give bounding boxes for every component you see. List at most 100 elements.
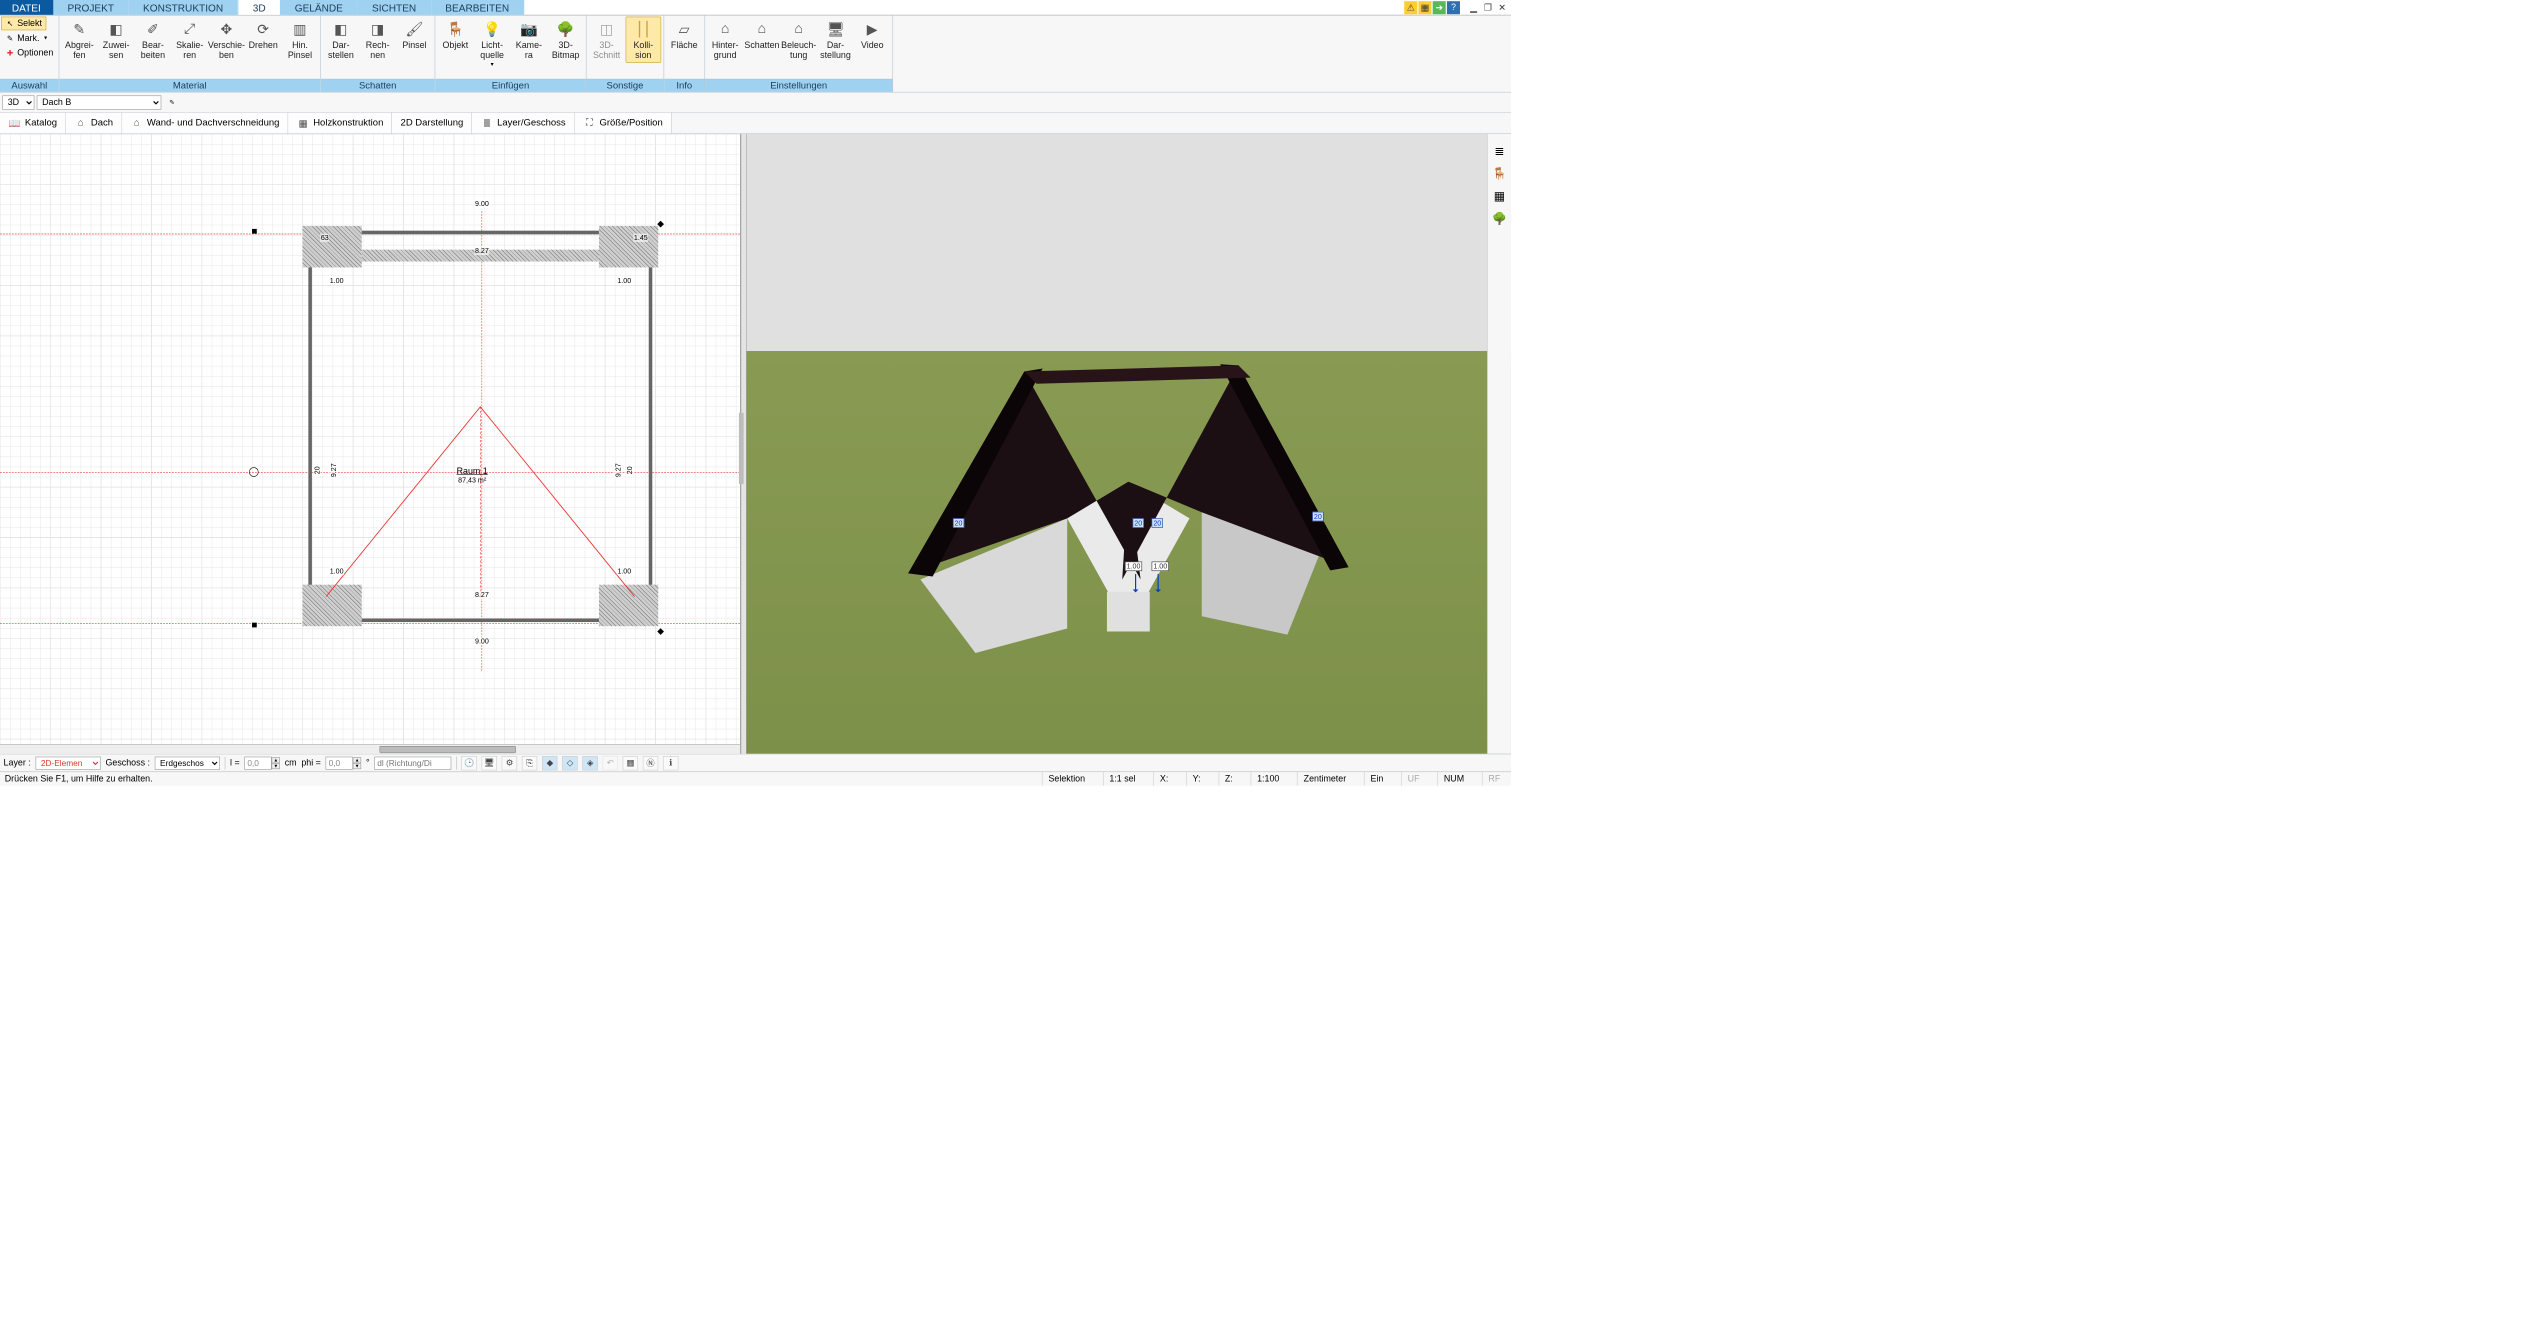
schatten-pinsel-button[interactable]: 🖌Pinsel: [397, 17, 433, 63]
layer-bottom-select[interactable]: 2D-Elemen: [35, 756, 100, 769]
abgreifen-button[interactable]: ✎Abgrei- fen: [62, 17, 98, 63]
l-down[interactable]: ▼: [272, 763, 280, 769]
flaeche-button[interactable]: ▱Fläche: [666, 17, 702, 63]
camera-icon: 📷: [519, 20, 538, 39]
copy-icon[interactable]: ⎘: [522, 756, 537, 770]
select-button[interactable]: ↖Selekt: [1, 17, 46, 31]
clock-icon[interactable]: 🕒: [461, 756, 476, 770]
3d-bitmap-button[interactable]: 🌳3D- Bitmap: [548, 17, 584, 63]
cubes-icon[interactable]: ⚙: [502, 756, 517, 770]
geschoss-label: Geschoss :: [105, 758, 149, 768]
3d-schnitt-button[interactable]: ◫3D- Schnitt: [589, 17, 625, 63]
icon-box[interactable]: ▦: [1418, 1, 1431, 14]
ribbon: ↖Selekt ✎Mark.▾ ✚Optionen Auswahl ✎Abgre…: [0, 15, 1511, 92]
skalieren-button[interactable]: ⤢Skalie- ren: [172, 17, 208, 63]
objekt-button[interactable]: 🪑Objekt: [438, 17, 474, 63]
menu-gelaende[interactable]: GELÄNDE: [280, 0, 357, 15]
darstellung-button[interactable]: 🖥Dar- stellung: [818, 17, 854, 63]
schatten-darstellen-button[interactable]: ◧Dar- stellen: [323, 17, 359, 63]
minimize-icon[interactable]: ▁: [1467, 1, 1480, 14]
north-icon[interactable]: Ⓝ: [643, 756, 658, 770]
hscrollbar-2d[interactable]: [0, 744, 740, 753]
tab-2d-darstellung[interactable]: 2D Darstellung: [392, 113, 472, 134]
tab-holz[interactable]: ▦Holzkonstruktion: [288, 113, 392, 134]
brush-icon: 🖌: [405, 20, 424, 39]
kollision-button[interactable]: ⎮⎮Kolli- sion: [626, 17, 662, 63]
menu-datei[interactable]: DATEI: [0, 0, 53, 15]
lichtquelle-button[interactable]: 💡Licht- quelle▾: [474, 17, 510, 70]
plants-panel-icon[interactable]: 🌳: [1491, 210, 1508, 227]
icon-arrow[interactable]: ➔: [1433, 1, 1446, 14]
info-small-icon[interactable]: ℹ: [663, 756, 678, 770]
options-button[interactable]: ✚Optionen: [1, 46, 57, 60]
play-icon: ▶: [863, 20, 882, 39]
tab-layer-geschoss[interactable]: ≣Layer/Geschoss: [472, 113, 574, 134]
restore-icon[interactable]: ❐: [1481, 1, 1494, 14]
l-label: l =: [230, 758, 240, 768]
cm-label: cm: [285, 758, 297, 768]
undo-icon[interactable]: ↶: [603, 756, 618, 770]
dim-overhang: 63: [320, 234, 329, 242]
icon-attention[interactable]: ⚠: [1404, 1, 1417, 14]
bulb-icon: 💡: [483, 20, 502, 39]
schatten-rechnen-button[interactable]: ◨Rech- nen: [360, 17, 396, 63]
drehen-button[interactable]: ⟳Drehen: [245, 17, 281, 63]
monitor-small-icon[interactable]: 🖥: [482, 756, 497, 770]
property-tabs: 📖Katalog ⌂Dach ⌂Wand- und Dachverschneid…: [0, 113, 1511, 134]
phi-down[interactable]: ▼: [353, 763, 361, 769]
help-icon[interactable]: ?: [1447, 1, 1460, 14]
layers-panel-icon[interactable]: ≣: [1491, 142, 1508, 159]
l-input[interactable]: [244, 756, 271, 769]
layers-icon: ≣: [480, 117, 493, 130]
menu-konstruktion[interactable]: KONSTRUKTION: [129, 0, 238, 15]
vscrollbar-2d[interactable]: [739, 413, 744, 484]
group-sonstige-label: Sonstige: [586, 79, 663, 92]
tab-dach[interactable]: ⌂Dach: [66, 113, 122, 134]
menu-bar: DATEI PROJEKT KONSTRUKTION 3D GELÄNDE SI…: [0, 0, 1511, 15]
group-einfuegen-label: Einfügen: [435, 79, 586, 92]
wall-roof-icon: ⌂: [130, 117, 143, 130]
tab-katalog[interactable]: 📖Katalog: [0, 113, 66, 134]
snap2-icon[interactable]: ◇: [562, 756, 577, 770]
close-icon[interactable]: ✕: [1496, 1, 1509, 14]
grid-toggle-icon[interactable]: ▦: [623, 756, 638, 770]
assign-icon: ◧: [107, 20, 126, 39]
phi-input[interactable]: [326, 756, 353, 769]
menu-3d[interactable]: 3D: [238, 0, 281, 15]
roof-icon: ⌂: [74, 117, 87, 130]
layer-select[interactable]: Dach B: [37, 95, 162, 109]
status-bar: Drücken Sie F1, um Hilfe zu erhalten. Se…: [0, 771, 1511, 785]
video-button[interactable]: ▶Video: [854, 17, 890, 63]
pen-icon[interactable]: ✎: [164, 94, 181, 111]
menu-sichten[interactable]: SICHTEN: [358, 0, 431, 15]
view-3d[interactable]: 20 20 20 20 1.00 1.00 ≣ 🪑 ▦ 🌳: [746, 134, 1511, 754]
menu-bearbeiten[interactable]: BEARBEITEN: [431, 0, 524, 15]
window-controls: ⚠ ▦ ➔ ? ▁ ❐ ✕: [1404, 0, 1511, 15]
view-mode-select[interactable]: 3D: [2, 95, 34, 109]
group-info-label: Info: [664, 79, 704, 92]
marker-1-00-a: 1.00: [1125, 562, 1142, 571]
menu-projekt[interactable]: PROJEKT: [53, 0, 129, 15]
snap3-icon[interactable]: ◈: [582, 756, 597, 770]
kamera-button[interactable]: 📷Kame- ra: [511, 17, 547, 63]
snap-icon[interactable]: ◆: [542, 756, 557, 770]
tab-wand-dach[interactable]: ⌂Wand- und Dachverschneidung: [122, 113, 288, 134]
tab-groesse-position[interactable]: ⛶Größe/Position: [575, 113, 672, 134]
geschoss-select[interactable]: Erdgeschos: [155, 756, 220, 769]
beleuchtung-button[interactable]: ⌂Beleuch- tung: [781, 17, 817, 63]
schatten-setting-button[interactable]: ⌂Schatten: [744, 17, 780, 63]
view-2d[interactable]: 9.00 8.27 8.27 9.00 1.00 1.00 1.00 1.00 …: [0, 134, 740, 754]
furniture-panel-icon[interactable]: 🪑: [1491, 165, 1508, 182]
mark-button[interactable]: ✎Mark.▾: [1, 31, 51, 45]
hintergrund-button[interactable]: ⌂Hinter- grund: [707, 17, 743, 63]
group-schatten-label: Schatten: [321, 79, 435, 92]
hinpinsel-button[interactable]: ▥Hin. Pinsel: [282, 17, 318, 63]
zuweisen-button[interactable]: ◧Zuwei- sen: [98, 17, 134, 63]
dl-input[interactable]: [374, 756, 451, 769]
bearbeiten-button[interactable]: ✐Bear- beiten: [135, 17, 171, 63]
status-selektion: Selektion: [1042, 772, 1091, 786]
verschieben-button[interactable]: ✥Verschie- ben: [209, 17, 245, 63]
layer-label: Layer :: [4, 758, 31, 768]
materials-panel-icon[interactable]: ▦: [1491, 187, 1508, 204]
section-icon: ◫: [597, 20, 616, 39]
